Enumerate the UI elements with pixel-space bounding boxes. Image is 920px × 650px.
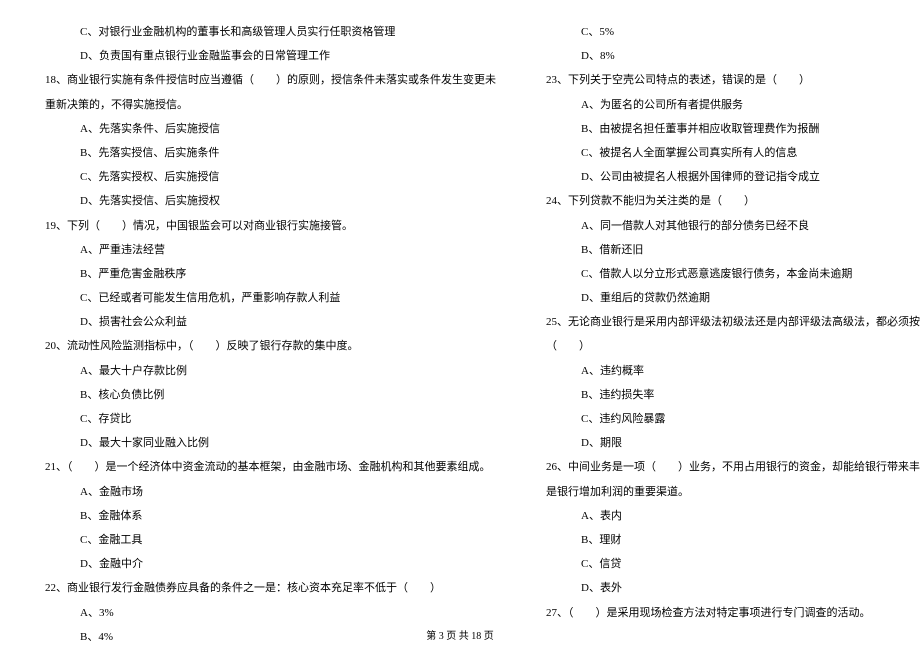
page-container: C、对银行业金融机构的董事长和高级管理人员实行任职资格管理 D、负责国有重点银行… — [35, 20, 885, 600]
q20-option-a: A、最大十户存款比例 — [35, 359, 496, 383]
q21-option-c: C、金融工具 — [35, 528, 496, 552]
q18-option-b: B、先落实授信、后实施条件 — [35, 141, 496, 165]
q18-option-d: D、先落实授信、后实施授权 — [35, 189, 496, 213]
q20-option-d: D、最大十家同业融入比例 — [35, 431, 496, 455]
q19-option-c: C、已经或者可能发生信用危机，严重影响存款人利益 — [35, 286, 496, 310]
q23-option-c: C、被提名人全面掌握公司真实所有人的信息 — [536, 141, 920, 165]
q24-option-d: D、重组后的贷款仍然逾期 — [536, 286, 920, 310]
q23-option-b: B、由被提名担任董事并相应收取管理费作为报酬 — [536, 117, 920, 141]
q18-option-a: A、先落实条件、后实施授信 — [35, 117, 496, 141]
q21-option-d: D、金融中介 — [35, 552, 496, 576]
q19-option-a: A、严重违法经营 — [35, 238, 496, 262]
right-column: C、5% D、8% 23、下列关于空壳公司特点的表述，错误的是（ ） A、为匿名… — [536, 20, 920, 600]
q24-option-c: C、借款人以分立形式恶意逃废银行债务，本金尚未逾期 — [536, 262, 920, 286]
q20-stem: 20、流动性风险监测指标中，（ ）反映了银行存款的集中度。 — [35, 334, 496, 358]
left-column: C、对银行业金融机构的董事长和高级管理人员实行任职资格管理 D、负责国有重点银行… — [35, 20, 496, 600]
q23-stem: 23、下列关于空壳公司特点的表述，错误的是（ ） — [536, 68, 920, 92]
q22-stem: 22、商业银行发行金融债券应具备的条件之一是：核心资本充足率不低于（ ） — [35, 576, 496, 600]
q18-continuation: 重新决策的，不得实施授信。 — [35, 93, 496, 117]
q18-option-c: C、先落实授权、后实施授信 — [35, 165, 496, 189]
q24-option-a: A、同一借款人对其他银行的部分债务已经不良 — [536, 214, 920, 238]
q25-stem: 25、无论商业银行是采用内部评级法初级法还是内部评级法高级法，都必须按照监管要求… — [536, 310, 920, 334]
q26-option-d: D、表外 — [536, 576, 920, 600]
q19-option-d: D、损害社会公众利益 — [35, 310, 496, 334]
q17-option-c: C、对银行业金融机构的董事长和高级管理人员实行任职资格管理 — [35, 20, 496, 44]
q25-option-b: B、违约损失率 — [536, 383, 920, 407]
q20-option-c: C、存贷比 — [35, 407, 496, 431]
q24-stem: 24、下列贷款不能归为关注类的是（ ） — [536, 189, 920, 213]
q26-option-c: C、信贷 — [536, 552, 920, 576]
q22-option-d: D、8% — [536, 44, 920, 68]
q24-option-b: B、借新还旧 — [536, 238, 920, 262]
q25-option-d: D、期限 — [536, 431, 920, 455]
q21-option-b: B、金融体系 — [35, 504, 496, 528]
q26-stem: 26、中间业务是一项（ ）业务，不用占用银行的资金，却能给银行带来丰厚的手续费收… — [536, 455, 920, 479]
q22-option-c: C、5% — [536, 20, 920, 44]
q21-stem: 21、（ ）是一个经济体中资金流动的基本框架，由金融市场、金融机构和其他要素组成… — [35, 455, 496, 479]
q26-continuation: 是银行增加利润的重要渠道。 — [536, 480, 920, 504]
q26-option-a: A、表内 — [536, 504, 920, 528]
q26-option-b: B、理财 — [536, 528, 920, 552]
q27-stem: 27、（ ）是采用现场检查方法对特定事项进行专门调查的活动。 — [536, 601, 920, 625]
q25-option-c: C、违约风险暴露 — [536, 407, 920, 431]
q23-option-a: A、为匿名的公司所有者提供服务 — [536, 93, 920, 117]
q18-stem: 18、商业银行实施有条件授信时应当遵循（ ）的原则，授信条件未落实或条件发生变更… — [35, 68, 496, 92]
q21-option-a: A、金融市场 — [35, 480, 496, 504]
q23-option-d: D、公司由被提名人根据外国律师的登记指令成立 — [536, 165, 920, 189]
q17-option-d: D、负责国有重点银行业金融监事会的日常管理工作 — [35, 44, 496, 68]
q19-stem: 19、下列（ ）情况，中国银监会可以对商业银行实施接管。 — [35, 214, 496, 238]
q19-option-b: B、严重危害金融秩序 — [35, 262, 496, 286]
q25-option-a: A、违约概率 — [536, 359, 920, 383]
q22-option-a: A、3% — [35, 601, 496, 625]
q25-continuation: （ ） — [536, 334, 920, 358]
q20-option-b: B、核心负债比例 — [35, 383, 496, 407]
page-footer: 第 3 页 共 18 页 — [0, 627, 920, 642]
